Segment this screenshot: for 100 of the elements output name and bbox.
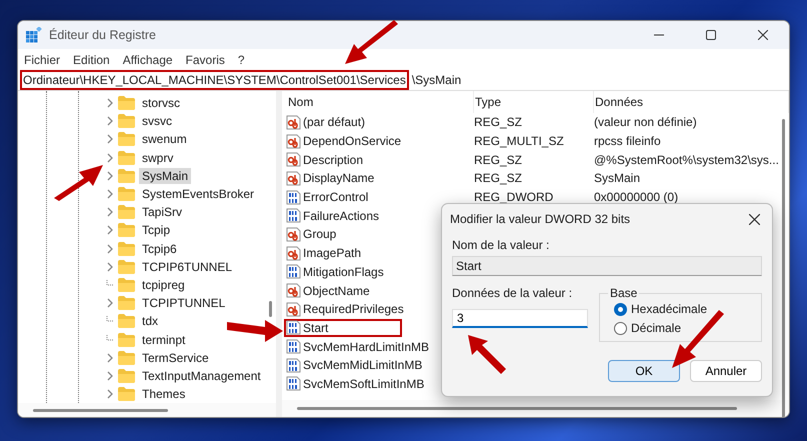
value-name[interactable]: Start bbox=[284, 318, 402, 338]
binary-value-icon bbox=[286, 339, 301, 354]
dialog-button[interactable]: OK bbox=[608, 360, 680, 382]
chevron-icon[interactable] bbox=[106, 152, 114, 163]
tree-item[interactable]: tcpipreg bbox=[139, 276, 188, 293]
folder-icon bbox=[118, 96, 135, 110]
tree-item[interactable]: tdx bbox=[139, 313, 162, 330]
chevron-icon[interactable] bbox=[106, 244, 114, 254]
chevron-icon[interactable] bbox=[106, 207, 114, 218]
tree-item[interactable]: Tcpip6 bbox=[139, 240, 180, 257]
value-name[interactable]: Description bbox=[284, 150, 474, 170]
value-name[interactable]: SvcMemHardLimitInMB bbox=[284, 337, 474, 356]
dialog-button[interactable]: Annuler bbox=[690, 360, 762, 382]
chevron-icon[interactable] bbox=[106, 189, 114, 200]
menu-item[interactable]: Favoris bbox=[186, 52, 225, 66]
folder-icon bbox=[118, 350, 135, 365]
chevron-icon[interactable] bbox=[106, 98, 114, 108]
folder-icon bbox=[118, 242, 135, 256]
column-header[interactable]: Type bbox=[474, 91, 594, 113]
scrollbar-thumb[interactable] bbox=[33, 408, 168, 412]
string-value-icon bbox=[286, 134, 301, 149]
value-data: 0x00000000 (0) bbox=[594, 189, 680, 206]
tree-item[interactable]: storvsc bbox=[139, 95, 184, 112]
value-name[interactable]: DisplayName bbox=[284, 169, 474, 188]
group-label: Base bbox=[609, 286, 638, 300]
folder-icon bbox=[118, 296, 135, 310]
tree-item[interactable]: TermService bbox=[139, 350, 212, 366]
chevron-icon[interactable] bbox=[106, 298, 114, 308]
close-icon bbox=[758, 30, 768, 40]
chevron-icon[interactable] bbox=[106, 170, 114, 181]
value-type: REG_MULTI_SZ bbox=[474, 133, 565, 150]
folder-icon bbox=[118, 114, 135, 128]
folder-icon bbox=[118, 278, 135, 292]
menu-item[interactable]: Edition bbox=[73, 52, 110, 66]
scrollbar-thumb[interactable] bbox=[269, 301, 272, 317]
string-value-icon bbox=[286, 152, 301, 168]
value-data: @%SystemRoot%\system32\sys... bbox=[594, 152, 780, 169]
address-path[interactable]: \SysMain bbox=[408, 70, 464, 90]
tree-item[interactable]: Themes bbox=[139, 386, 188, 402]
string-value-icon bbox=[286, 114, 301, 130]
binary-value-icon bbox=[286, 264, 301, 280]
folder-icon bbox=[118, 368, 135, 383]
tree-item[interactable]: swprv bbox=[139, 150, 176, 166]
value-name[interactable]: DependOnService bbox=[284, 132, 474, 150]
value-type: REG_DWORD bbox=[474, 189, 554, 206]
folder-icon bbox=[118, 387, 135, 402]
tree-item[interactable]: Tcpip bbox=[139, 222, 174, 238]
annotation-arrow bbox=[225, 318, 285, 344]
window-title: Éditeur du Registre bbox=[49, 28, 156, 42]
chevron-icon[interactable] bbox=[106, 370, 114, 381]
tree-item[interactable]: svsvc bbox=[139, 113, 175, 130]
field-label: Données de la valeur : bbox=[452, 286, 574, 300]
value-type: REG_SZ bbox=[474, 152, 524, 169]
folder-icon bbox=[118, 132, 135, 146]
address-path[interactable]: Ordinateur\HKEY_LOCAL_MACHINE\SYSTEM\ControlSet001\Services bbox=[20, 70, 409, 90]
value-name[interactable]: SvcMemSoftLimitInMB bbox=[284, 374, 474, 394]
string-value-icon bbox=[286, 226, 301, 242]
chevron-icon[interactable] bbox=[106, 134, 114, 144]
radio-option[interactable]: Décimale bbox=[614, 321, 751, 335]
tree-item[interactable]: TCPIPTUNNEL bbox=[139, 295, 228, 312]
tree-item[interactable]: TCPIP6TUNNEL bbox=[139, 258, 236, 275]
folder-icon bbox=[118, 332, 135, 347]
scrollbar-thumb[interactable] bbox=[297, 407, 737, 410]
chevron-icon[interactable] bbox=[106, 262, 114, 272]
folder-icon bbox=[118, 223, 135, 238]
menu-item[interactable]: ? bbox=[238, 52, 245, 66]
binary-value-icon bbox=[286, 190, 301, 205]
column-header[interactable]: Données bbox=[594, 91, 789, 113]
column-header[interactable]: Nom bbox=[287, 91, 474, 113]
menu-item[interactable]: Affichage bbox=[122, 52, 173, 66]
value-data-field[interactable]: 3 bbox=[452, 309, 588, 328]
folder-icon bbox=[118, 150, 135, 165]
tree-item[interactable]: TextInputManagement bbox=[139, 368, 264, 384]
maximize-icon bbox=[706, 30, 716, 40]
scrollbar-thumb[interactable] bbox=[782, 119, 785, 417]
tree-item[interactable]: swenum bbox=[139, 131, 190, 148]
chevron-icon[interactable] bbox=[106, 389, 114, 400]
value-name-field[interactable]: Start bbox=[452, 256, 762, 276]
chevron-icon[interactable] bbox=[106, 352, 114, 363]
chevron-icon[interactable] bbox=[106, 225, 114, 236]
value-name[interactable]: (par défaut) bbox=[284, 113, 474, 132]
menu-item[interactable]: Fichier bbox=[24, 52, 60, 66]
tree-item[interactable]: TapiSrv bbox=[139, 204, 186, 220]
tree-item[interactable]: SystemEventsBroker bbox=[139, 186, 258, 202]
string-value-icon bbox=[286, 283, 301, 298]
registry-editor-icon bbox=[26, 27, 42, 43]
tree-item[interactable]: SysMain bbox=[139, 168, 192, 184]
field-label: Nom de la valeur : bbox=[452, 238, 550, 252]
value-data: (valeur non définie) bbox=[594, 114, 698, 132]
tree-item[interactable]: terminpt bbox=[139, 332, 188, 348]
value-name[interactable]: ErrorControl bbox=[284, 188, 474, 206]
binary-value-icon bbox=[286, 208, 301, 224]
chevron-icon[interactable] bbox=[106, 116, 114, 126]
string-value-icon bbox=[286, 170, 301, 186]
value-type: REG_SZ bbox=[474, 170, 524, 188]
value-name[interactable]: SvcMemMidLimitInMB bbox=[284, 356, 474, 375]
radio-option[interactable]: Hexadécimale bbox=[614, 302, 751, 316]
folder-icon bbox=[118, 314, 135, 328]
dialog-title: Modifier la valeur DWORD 32 bits bbox=[450, 212, 630, 226]
folder-icon bbox=[118, 168, 135, 183]
